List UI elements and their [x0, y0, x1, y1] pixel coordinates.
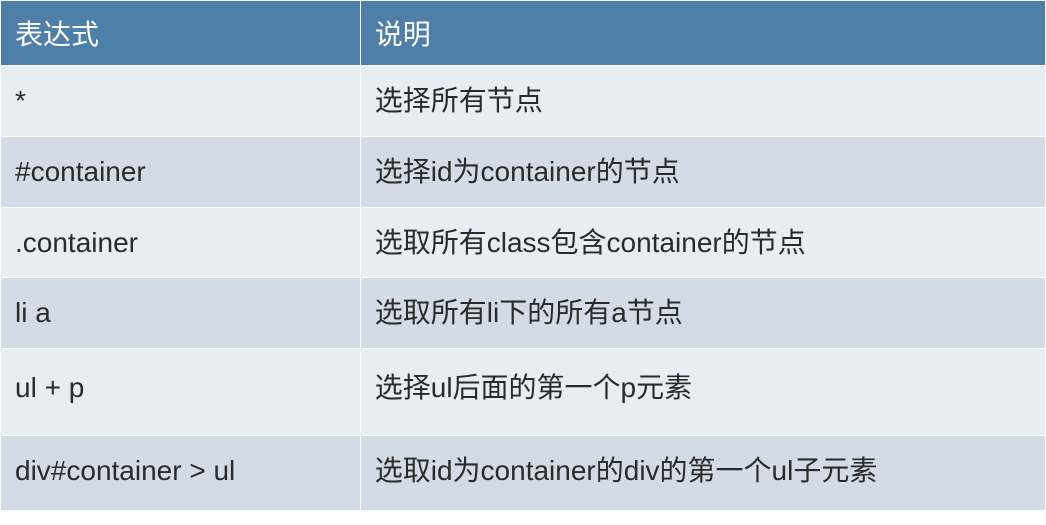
header-description: 说明 [360, 1, 1045, 66]
cell-expression: li a [1, 278, 361, 349]
cell-description: 选取所有class包含container的节点 [360, 207, 1045, 278]
header-expression: 表达式 [1, 1, 361, 66]
cell-description: 选择ul后面的第一个p元素 [360, 349, 1045, 436]
selector-table: 表达式 说明 * 选择所有节点 #container 选择id为containe… [0, 0, 1046, 511]
cell-expression: div#container > ul [1, 435, 361, 510]
cell-expression: #container [1, 136, 361, 207]
table-row: li a 选取所有li下的所有a节点 [1, 278, 1046, 349]
cell-expression: .container [1, 207, 361, 278]
table-row: div#container > ul 选取id为container的div的第一… [1, 435, 1046, 510]
cell-description: 选择id为container的节点 [360, 136, 1045, 207]
cell-expression: * [1, 66, 361, 137]
table-header-row: 表达式 说明 [1, 1, 1046, 66]
table-row: .container 选取所有class包含container的节点 [1, 207, 1046, 278]
cell-description: 选取所有li下的所有a节点 [360, 278, 1045, 349]
table-row: ul + p 选择ul后面的第一个p元素 [1, 349, 1046, 436]
table-row: #container 选择id为container的节点 [1, 136, 1046, 207]
cell-description: 选择所有节点 [360, 66, 1045, 137]
cell-expression: ul + p [1, 349, 361, 436]
cell-description: 选取id为container的div的第一个ul子元素 [360, 435, 1045, 510]
table-row: * 选择所有节点 [1, 66, 1046, 137]
